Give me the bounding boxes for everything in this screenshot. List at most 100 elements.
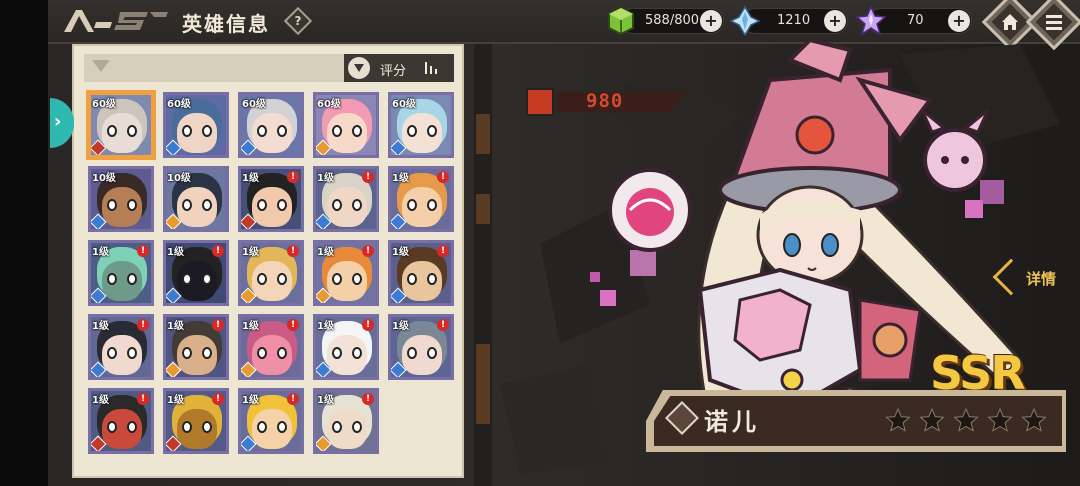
hero-eye [427,125,437,137]
exclamation-icon: ! [212,393,224,405]
hero-eye [182,273,192,285]
back-logo-icon[interactable] [62,8,170,34]
hero-eye [107,125,117,137]
hero-eye [407,125,417,137]
star-icon [987,407,1013,432]
exclamation-icon: ! [212,245,224,257]
page-title: 英雄信息 [182,12,270,36]
hero-eye [107,273,117,285]
filter-icon[interactable] [348,57,370,79]
hero-eye [202,199,212,211]
hero-card[interactable]: 1级! [238,240,304,306]
hero-card[interactable]: 10级 [88,166,154,232]
hero-eye [202,347,212,359]
hero-card[interactable]: 1级! [313,388,379,454]
hero-eye [352,421,362,433]
hero-card[interactable]: 60级 [88,92,154,158]
hero-eye [427,347,437,359]
hero-eye [407,273,417,285]
star-icon [953,407,979,432]
exclamation-icon: ! [137,245,149,257]
hero-eye [107,421,117,433]
add-crystal-button[interactable]: + [824,10,846,32]
expand-panel-button[interactable]: › [50,98,74,148]
hero-level: 1级 [92,247,109,258]
hero-card[interactable]: 1级! [238,166,304,232]
hero-level: 1级 [92,395,109,406]
hero-card[interactable]: 60级 [388,92,454,158]
hero-info-screen: 英雄信息 ? 588/800 + 1210 + 70 + 评分 60级 60级 … [0,0,1080,486]
hero-eye [277,273,287,285]
gem-value: 70 [907,13,924,28]
hero-eye [277,421,287,433]
stamina-value: 588/800 [645,13,700,28]
hero-eye [352,199,362,211]
hero-card[interactable]: 10级 [163,166,229,232]
hero-eye [127,199,137,211]
hero-card[interactable]: 1级! [313,166,379,232]
exclamation-icon: ! [287,171,299,183]
hero-eye [277,347,287,359]
hero-card[interactable]: 1级! [163,388,229,454]
hero-eye [257,421,267,433]
hero-card[interactable]: 1级! [88,240,154,306]
hero-eye [407,347,417,359]
exclamation-icon: ! [437,171,449,183]
exclamation-icon: ! [362,171,374,183]
hero-level: 10级 [167,173,191,184]
hero-eye [107,199,117,211]
panel-header: 评分 [84,54,454,82]
exclamation-icon: ! [437,245,449,257]
hero-card[interactable]: 1级! [388,240,454,306]
hero-nameplate: 诺儿 [646,390,1066,452]
hero-card[interactable]: 1级! [313,240,379,306]
hero-card[interactable]: 1级! [163,240,229,306]
hero-card[interactable]: 1级! [238,314,304,380]
exclamation-icon: ! [362,393,374,405]
hero-card[interactable]: 1级! [88,388,154,454]
hero-card[interactable]: 1级! [313,314,379,380]
hero-card[interactable]: 60级 [163,92,229,158]
hero-eye [332,199,342,211]
hero-eye [332,273,342,285]
hero-card[interactable]: 1级! [163,314,229,380]
hero-level: 1级 [317,321,334,332]
star-icon [885,407,911,432]
hero-level: 1级 [167,247,184,258]
hero-card[interactable]: 60级 [238,92,304,158]
fist-icon [526,88,554,116]
hero-card[interactable]: 1级! [388,166,454,232]
hero-name: 诺儿 [704,408,760,436]
sort-button[interactable]: 评分 [344,54,454,82]
exclamation-icon: ! [362,245,374,257]
hero-card[interactable]: 1级! [238,388,304,454]
left-edge [0,0,48,486]
hero-card[interactable]: 1级! [388,314,454,380]
chevron-left-icon [992,258,1030,296]
exclamation-icon: ! [212,319,224,331]
crystal-value: 1210 [777,13,811,28]
add-stamina-button[interactable]: + [700,10,722,32]
hero-eye [202,273,212,285]
hero-list-panel: 评分 60级 60级 60级 60级 60级 10级 10级 1级! 1级! 1级! 1级! 1级! 1… [72,44,464,478]
hero-card[interactable]: 1级! [88,314,154,380]
hero-eye [127,273,137,285]
hero-level: 1级 [392,247,409,258]
hero-eye [427,273,437,285]
header-deco-icon [92,60,110,72]
hero-eye [202,421,212,433]
exclamation-icon: ! [287,393,299,405]
exclamation-icon: ! [437,319,449,331]
hero-card[interactable]: 60级 [313,92,379,158]
purple-star-gem-icon [856,6,886,36]
hero-level: 1级 [92,321,109,332]
exclamation-icon: ! [287,245,299,257]
green-cube-icon [608,6,634,36]
details-button[interactable]: 详情 [992,258,1078,298]
exclamation-icon: ! [137,393,149,405]
hero-eye [257,273,267,285]
hero-eye [352,125,362,137]
add-gem-button[interactable]: + [948,10,970,32]
hero-eye [257,347,267,359]
star-rating [884,407,1054,434]
